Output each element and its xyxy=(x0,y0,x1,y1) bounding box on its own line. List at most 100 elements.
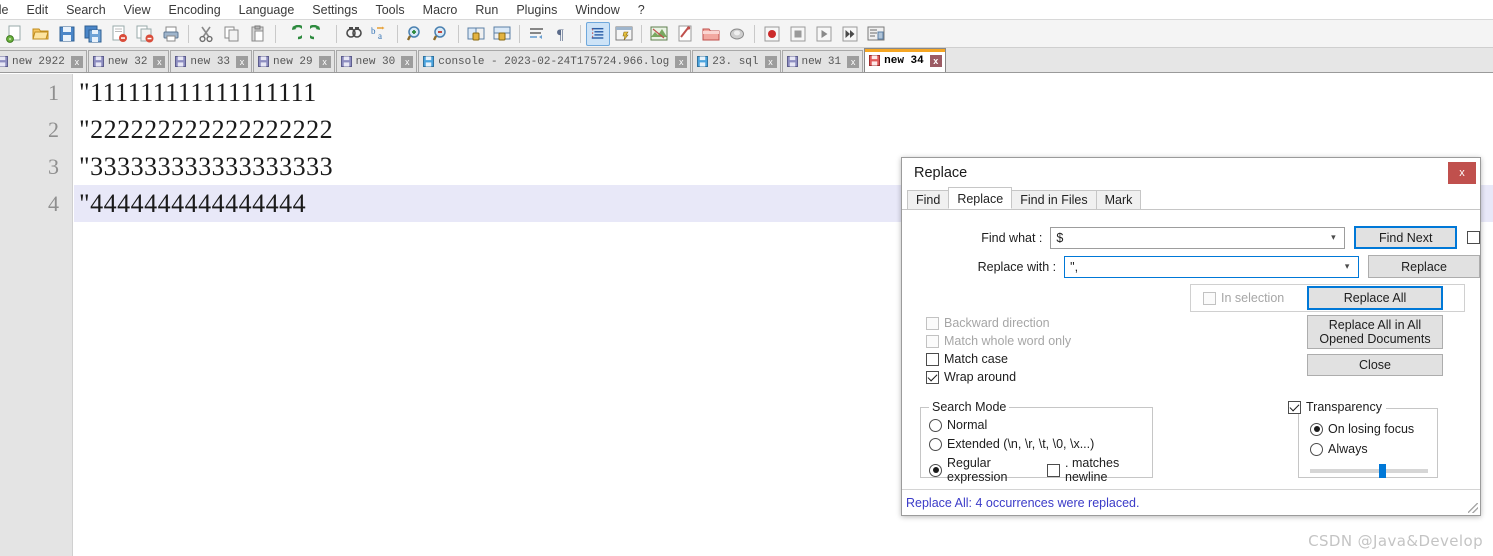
tab-close-icon[interactable]: x xyxy=(764,55,777,68)
menu-item-edit[interactable]: Edit xyxy=(18,0,58,20)
document-tab[interactable]: new 29 x xyxy=(253,50,335,72)
replace-all-opened-documents-button[interactable]: Replace All in All Opened Documents xyxy=(1307,315,1443,349)
save-icon[interactable] xyxy=(55,22,79,46)
print-icon[interactable] xyxy=(159,22,183,46)
run-macro-multiple-icon[interactable] xyxy=(838,22,862,46)
find-what-input[interactable]: $ ▾ xyxy=(1050,226,1346,249)
stop-recording-icon[interactable] xyxy=(786,22,810,46)
tab-close-icon[interactable]: x xyxy=(847,55,860,68)
sync-vertical-scroll-icon[interactable] xyxy=(464,22,488,46)
search-mode-extended-radio[interactable] xyxy=(929,437,942,451)
folder-as-workspace-icon[interactable] xyxy=(699,22,723,46)
menu-item-settings[interactable]: Settings xyxy=(303,0,366,20)
transparency-slider[interactable] xyxy=(1310,464,1428,478)
resize-grip[interactable] xyxy=(1468,503,1478,513)
tab-close-icon[interactable]: x xyxy=(401,55,414,68)
run-icon[interactable] xyxy=(864,22,888,46)
close-button[interactable]: Close xyxy=(1307,354,1443,376)
tab-close-icon[interactable]: x xyxy=(236,55,249,68)
show-document-map-icon[interactable] xyxy=(647,22,671,46)
find-icon[interactable] xyxy=(342,22,366,46)
find-next-extra-checkbox[interactable] xyxy=(1467,231,1480,244)
transparency-always-radio[interactable] xyxy=(1310,442,1323,456)
transparency-slider-thumb[interactable] xyxy=(1378,464,1386,478)
code-line[interactable]: "111111111111111111 xyxy=(74,74,1493,111)
backward-direction-checkbox[interactable] xyxy=(926,316,939,330)
search-mode-regex-radio[interactable] xyxy=(929,463,942,477)
search-mode-regex-row[interactable]: Regular expression . matches newline xyxy=(929,456,1144,484)
replace-button[interactable]: Replace xyxy=(1368,255,1480,278)
tab-find[interactable]: Find xyxy=(907,190,950,209)
tab-close-icon[interactable]: x xyxy=(929,54,942,67)
menu-item-plugins[interactable]: Plugins xyxy=(507,0,566,20)
tab-replace[interactable]: Replace xyxy=(948,187,1013,209)
close-icon[interactable]: x xyxy=(1448,162,1476,184)
redo-icon[interactable] xyxy=(307,22,331,46)
menu-item-search[interactable]: Search xyxy=(57,0,115,20)
menu-item-encoding[interactable]: Encoding xyxy=(160,0,230,20)
match-case-row[interactable]: Match case xyxy=(926,352,1176,366)
menu-item-file[interactable]: ile xyxy=(0,0,18,20)
open-file-icon[interactable] xyxy=(29,22,53,46)
document-tab[interactable]: new 32 x xyxy=(87,50,170,72)
menu-item-tools[interactable]: Tools xyxy=(366,0,413,20)
save-all-icon[interactable] xyxy=(81,22,105,46)
match-case-checkbox[interactable] xyxy=(926,352,939,366)
cut-icon[interactable] xyxy=(194,22,218,46)
close-all-files-icon[interactable] xyxy=(133,22,157,46)
replace-icon[interactable]: ba xyxy=(368,22,392,46)
document-tab[interactable]: 23. sql x xyxy=(692,50,781,72)
transparency-checkbox[interactable] xyxy=(1288,400,1301,414)
chevron-down-icon[interactable]: ▾ xyxy=(1336,261,1358,272)
dialog-title-bar[interactable]: Replace x xyxy=(902,158,1480,188)
word-wrap-icon[interactable] xyxy=(525,22,549,46)
menu-item-language[interactable]: Language xyxy=(230,0,304,20)
replace-with-input[interactable]: ", ▾ xyxy=(1064,255,1360,278)
replace-all-button[interactable]: Replace All xyxy=(1307,286,1443,310)
document-tab[interactable]: new 2922 x xyxy=(0,50,87,72)
code-line[interactable]: "222222222222222222 xyxy=(74,111,1493,148)
zoom-out-icon[interactable] xyxy=(429,22,453,46)
search-mode-normal-row[interactable]: Normal xyxy=(929,418,1144,432)
monitoring-icon[interactable] xyxy=(725,22,749,46)
tab-close-icon[interactable]: x xyxy=(675,55,688,68)
show-all-characters-icon[interactable]: ¶ xyxy=(551,22,575,46)
record-macro-icon[interactable] xyxy=(760,22,784,46)
paste-icon[interactable] xyxy=(246,22,270,46)
document-tab[interactable]: new 31 x xyxy=(781,50,864,72)
copy-icon[interactable] xyxy=(220,22,244,46)
menu-item-view[interactable]: View xyxy=(115,0,160,20)
dot-matches-newline-checkbox[interactable] xyxy=(1047,463,1061,477)
in-selection-checkbox-row[interactable]: In selection xyxy=(1203,291,1284,305)
search-mode-normal-radio[interactable] xyxy=(929,418,942,432)
undo-icon[interactable] xyxy=(281,22,305,46)
user-defined-dialog-icon[interactable] xyxy=(612,22,636,46)
backward-direction-row[interactable]: Backward direction xyxy=(926,316,1176,330)
transparency-always-row[interactable]: Always xyxy=(1310,442,1368,456)
transparency-on-losing-focus-row[interactable]: On losing focus xyxy=(1310,422,1414,436)
document-tab[interactable]: new 30 x xyxy=(335,50,418,72)
menu-item-window[interactable]: Window xyxy=(566,0,628,20)
wrap-around-checkbox[interactable] xyxy=(926,370,939,384)
match-whole-word-row[interactable]: Match whole word only xyxy=(926,334,1176,348)
function-list-icon[interactable] xyxy=(673,22,697,46)
tab-close-icon[interactable]: x xyxy=(70,55,83,68)
document-tab[interactable]: new 33 x xyxy=(170,50,253,72)
menu-item-run[interactable]: Run xyxy=(466,0,507,20)
sync-horizontal-scroll-icon[interactable] xyxy=(490,22,514,46)
tab-close-icon[interactable]: x xyxy=(318,55,331,68)
tab-close-icon[interactable]: x xyxy=(153,55,166,68)
wrap-around-row[interactable]: Wrap around xyxy=(926,370,1176,384)
indent-guide-icon[interactable] xyxy=(586,21,610,46)
new-file-icon[interactable] xyxy=(3,22,27,46)
menu-item-macro[interactable]: Macro xyxy=(414,0,467,20)
menu-item-help[interactable]: ? xyxy=(629,0,654,20)
transparency-checkbox-row[interactable]: Transparency xyxy=(1288,400,1386,414)
zoom-in-icon[interactable] xyxy=(403,22,427,46)
in-selection-checkbox[interactable] xyxy=(1203,291,1216,305)
play-macro-icon[interactable] xyxy=(812,22,836,46)
chevron-down-icon[interactable]: ▾ xyxy=(1322,232,1344,243)
search-mode-extended-row[interactable]: Extended (\n, \r, \t, \0, \x...) xyxy=(929,437,1144,451)
find-next-button[interactable]: Find Next xyxy=(1354,226,1457,249)
close-file-icon[interactable] xyxy=(107,22,131,46)
